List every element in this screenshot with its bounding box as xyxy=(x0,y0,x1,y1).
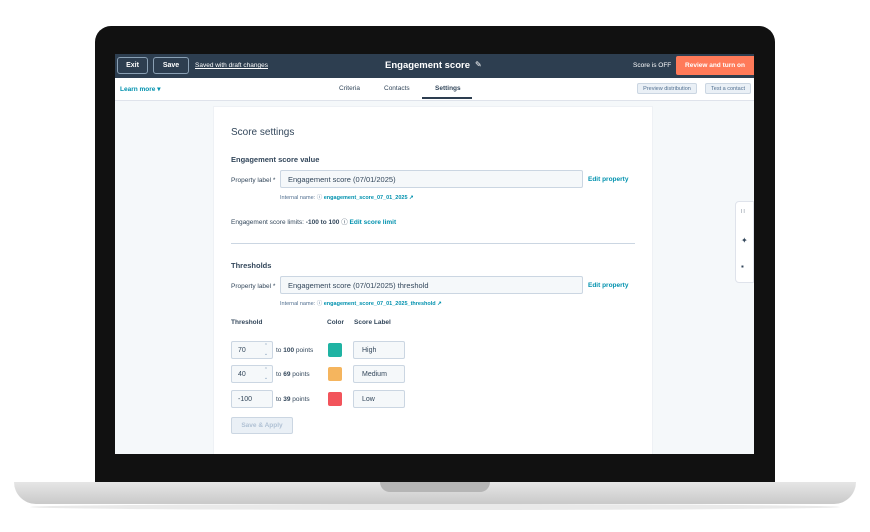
engagement-value-heading: Engagement score value xyxy=(231,155,320,164)
property-label-field[interactable]: Engagement score (07/01/2025) xyxy=(280,170,583,188)
laptop-notch xyxy=(380,482,490,492)
stepper-icon[interactable]: ⌃ ⌄ xyxy=(261,367,271,381)
threshold-from-input[interactable]: 70 ⌃ ⌄ xyxy=(231,341,273,359)
edit-score-limit-link[interactable]: Edit score limit xyxy=(350,219,397,226)
divider xyxy=(231,243,635,244)
threshold-from-value: 70 xyxy=(238,346,246,354)
internal-name: Internal name: ⓘ engagement_score_07_01_… xyxy=(280,193,414,201)
threshold-to-text: to 100 points xyxy=(276,347,314,354)
column-threshold: Threshold xyxy=(231,319,263,326)
score-limits: Engagement score limits: -100 to 100 ⓘ E… xyxy=(231,216,396,226)
tab-contacts[interactable]: Contacts xyxy=(384,85,410,92)
review-and-turn-on-button[interactable]: Review and turn on xyxy=(676,56,754,75)
info-icon: ⓘ xyxy=(316,301,323,307)
top-bar: Exit Save Saved with draft changes Engag… xyxy=(115,54,754,78)
info-icon: ⓘ xyxy=(316,195,323,201)
internal-name-label: Internal name: xyxy=(280,301,316,307)
save-button[interactable]: Save xyxy=(153,57,189,74)
tab-settings[interactable]: Settings xyxy=(435,85,461,92)
color-swatch-medium[interactable] xyxy=(328,367,342,381)
tab-bar: Learn more ▾ Criteria Contacts Settings … xyxy=(115,78,754,101)
stepper-icon[interactable]: ⌃ ⌄ xyxy=(261,343,271,357)
save-apply-button[interactable]: Save & Apply xyxy=(231,417,293,434)
grid-icon[interactable]: ∷ xyxy=(741,208,745,215)
score-limits-label: Engagement score limits: xyxy=(231,219,304,226)
preview-distribution-button[interactable]: Preview distribution xyxy=(637,83,697,94)
threshold-from-input[interactable]: -100 xyxy=(231,390,273,408)
threshold-from-input[interactable]: 40 ⌃ ⌄ xyxy=(231,365,273,383)
threshold-edit-property-link[interactable]: Edit property xyxy=(588,282,628,289)
column-color: Color xyxy=(327,319,344,326)
internal-name-link[interactable]: engagement_score_07_01_2025 ↗ xyxy=(324,195,414,201)
threshold-internal-name: Internal name: ⓘ engagement_score_07_01_… xyxy=(280,299,442,307)
test-contact-button[interactable]: Test a contact xyxy=(705,83,751,94)
score-label-input[interactable]: Low xyxy=(353,390,405,408)
chat-icon[interactable]: ▪ xyxy=(741,262,744,271)
internal-name-label: Internal name: xyxy=(280,195,316,201)
score-label-input[interactable]: Medium xyxy=(353,365,405,383)
score-limits-value: -100 to 100 xyxy=(305,219,340,226)
edit-property-link[interactable]: Edit property xyxy=(588,176,628,183)
threshold-from-value: -100 xyxy=(238,395,253,403)
color-swatch-high[interactable] xyxy=(328,343,342,357)
score-status: Score is OFF xyxy=(633,62,672,69)
active-tab-indicator xyxy=(422,97,472,99)
laptop-shadow xyxy=(30,504,840,510)
side-rail: ∷ ✦ ▪ xyxy=(735,201,754,283)
saved-status-link[interactable]: Saved with draft changes xyxy=(195,62,268,69)
learn-more-link[interactable]: Learn more ▾ xyxy=(120,85,160,93)
threshold-to-text: to 69 points xyxy=(276,371,310,378)
threshold-to-text: to 39 points xyxy=(276,396,310,403)
color-swatch-low[interactable] xyxy=(328,392,342,406)
threshold-internal-name-link[interactable]: engagement_score_07_01_2025_threshold ↗ xyxy=(324,301,442,307)
column-score-label: Score Label xyxy=(354,319,391,326)
thresholds-heading: Thresholds xyxy=(231,261,272,270)
app-screen: Exit Save Saved with draft changes Engag… xyxy=(115,54,754,454)
exit-button[interactable]: Exit xyxy=(117,57,148,74)
pencil-icon[interactable]: ✎ xyxy=(475,60,482,69)
sparkle-icon[interactable]: ✦ xyxy=(741,236,748,245)
threshold-property-label-label: Property label * xyxy=(231,283,276,290)
property-label-label: Property label * xyxy=(231,177,276,184)
settings-card: Score settings Engagement score value Pr… xyxy=(213,106,653,454)
page-title: Engagement score xyxy=(385,60,470,71)
settings-heading: Score settings xyxy=(231,127,295,138)
threshold-from-value: 40 xyxy=(238,370,246,378)
score-label-input[interactable]: High xyxy=(353,341,405,359)
tab-criteria[interactable]: Criteria xyxy=(339,85,360,92)
info-icon: ⓘ xyxy=(341,219,348,226)
threshold-property-label-field[interactable]: Engagement score (07/01/2025) threshold xyxy=(280,276,583,294)
